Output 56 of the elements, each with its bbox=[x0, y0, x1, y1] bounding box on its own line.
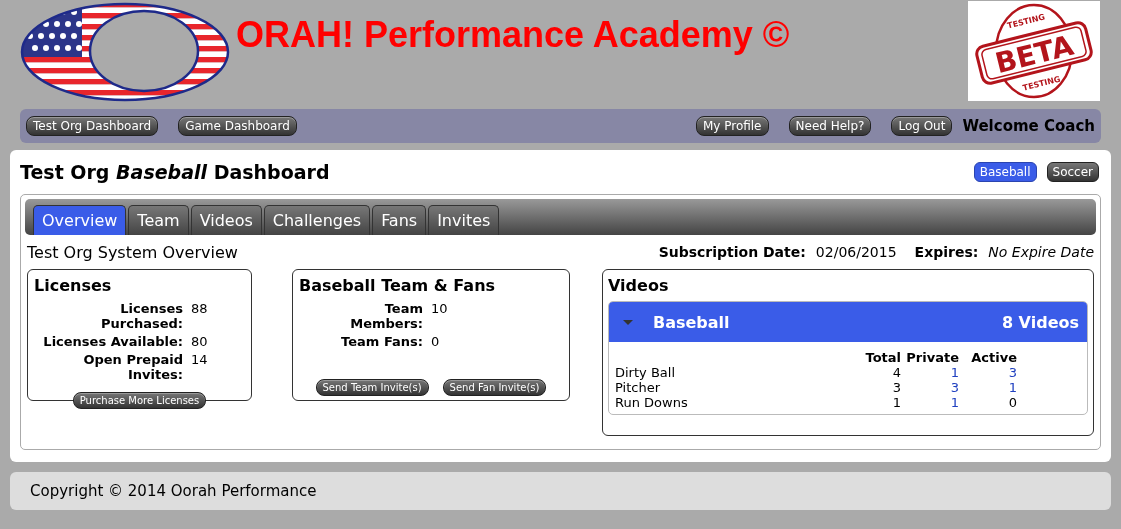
table-cell-text: Run Downs bbox=[615, 395, 689, 410]
column-header: Total bbox=[864, 350, 901, 365]
action-button[interactable]: Send Team Invite(s) bbox=[315, 379, 429, 396]
site-title: ORAH! Performance Academy © bbox=[236, 14, 791, 56]
table-cell-text: Dirty Ball bbox=[615, 365, 676, 380]
field-value: 10 bbox=[431, 301, 448, 318]
field-label: Team Members: bbox=[349, 301, 423, 331]
table-cell-text: 3 bbox=[891, 380, 901, 395]
card-title: Licenses bbox=[34, 276, 113, 295]
field-value: 0 bbox=[431, 334, 441, 349]
table-cell-text: 4 bbox=[891, 365, 901, 380]
dashboard-title: Test Org Baseball Dashboard bbox=[20, 161, 330, 183]
field-value: 02/06/2015 bbox=[815, 244, 897, 260]
count-link[interactable]: 1 bbox=[901, 395, 959, 410]
tab[interactable]: Challenges bbox=[263, 205, 371, 235]
field-label: Expires: bbox=[914, 244, 979, 260]
tab[interactable]: Invites bbox=[428, 205, 500, 235]
table-cell-text: Pitcher bbox=[615, 380, 661, 395]
field-value: 80 bbox=[191, 334, 208, 349]
action-button[interactable]: Send Fan Invite(s) bbox=[442, 379, 547, 396]
group-name: Baseball bbox=[653, 312, 731, 332]
sport-button[interactable]: Soccer bbox=[1046, 162, 1099, 182]
tab[interactable]: Overview bbox=[33, 205, 127, 235]
field-label: Team Fans: bbox=[340, 334, 423, 349]
field-value: No Expire Date bbox=[988, 244, 1094, 260]
count-link[interactable]: 1 bbox=[959, 380, 1017, 395]
nav-button[interactable]: Need Help? bbox=[788, 116, 872, 136]
field-label: Licenses Available: bbox=[42, 334, 183, 349]
copyright-text: Copyright © 2014 Oorah Performance bbox=[30, 482, 317, 500]
table-cell-text: 1 bbox=[891, 395, 901, 410]
field-label: Licenses Purchased: bbox=[100, 301, 183, 331]
sport-button[interactable]: Baseball bbox=[973, 162, 1037, 182]
group-header[interactable]: Baseball 8 Videos bbox=[609, 302, 1087, 342]
nav-button[interactable]: Test Org Dashboard bbox=[26, 116, 159, 136]
field-value: 88 bbox=[191, 301, 208, 318]
video-count: 8 Videos bbox=[1001, 312, 1079, 332]
field-label: Subscription Date: bbox=[658, 244, 806, 260]
action-button[interactable]: Purchase More Licenses bbox=[72, 392, 207, 409]
table-cell-text: 0 bbox=[1007, 395, 1017, 410]
overview-title: Test Org System Overview bbox=[27, 242, 238, 262]
count-link[interactable]: 3 bbox=[959, 365, 1017, 380]
card-title: Videos bbox=[608, 276, 670, 295]
nav-button[interactable]: Log Out bbox=[891, 116, 953, 136]
tab[interactable]: Fans bbox=[372, 205, 427, 235]
column-header: Active bbox=[970, 350, 1017, 365]
card-title: Baseball Team & Fans bbox=[299, 276, 497, 295]
field-label: Open Prepaid Invites: bbox=[82, 352, 183, 382]
field-value: 14 bbox=[191, 352, 208, 369]
nav-button[interactable]: Game Dashboard bbox=[178, 116, 297, 136]
column-header: Private bbox=[905, 350, 959, 365]
count-link[interactable]: 3 bbox=[901, 380, 959, 395]
tab[interactable]: Team bbox=[128, 205, 189, 235]
count-link[interactable]: 1 bbox=[901, 365, 959, 380]
nav-button[interactable]: My Profile bbox=[695, 116, 769, 136]
tab[interactable]: Videos bbox=[190, 205, 262, 235]
welcome-text: Welcome Coach bbox=[962, 117, 1095, 135]
